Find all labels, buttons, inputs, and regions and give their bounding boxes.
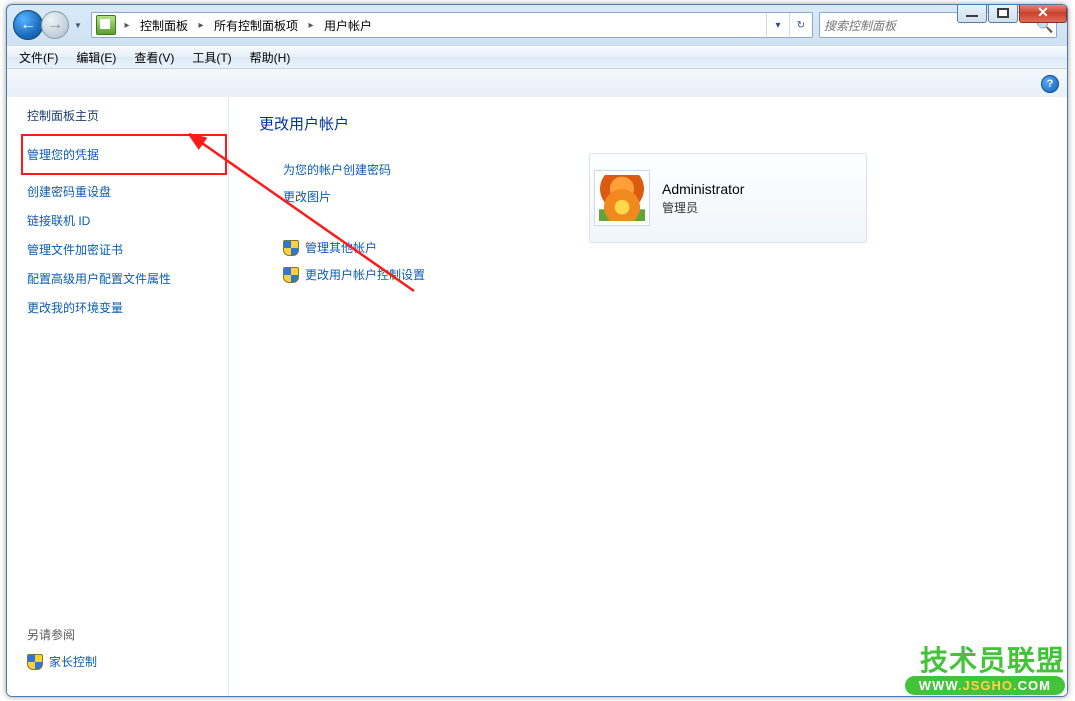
help-icon[interactable]: ? — [1041, 75, 1059, 93]
address-row: ← → ▼ ▸ 控制面板 ▸ 所有控制面板项 ▸ 用户帐户 ▾ ↻ 搜索控制面板… — [7, 5, 1067, 45]
sidebar-link-parental[interactable]: 家长控制 — [27, 653, 227, 670]
control-panel-icon — [96, 15, 116, 35]
address-bar[interactable]: ▸ 控制面板 ▸ 所有控制面板项 ▸ 用户帐户 ▾ ↻ — [91, 12, 813, 38]
flower-icon — [599, 175, 645, 221]
sidebar-link-credentials[interactable]: 管理您的凭据 — [27, 146, 99, 163]
breadcrumb-control-panel[interactable]: 控制面板 — [134, 13, 194, 37]
shield-icon — [283, 267, 299, 283]
account-info: Administrator 管理员 — [662, 181, 744, 216]
sidebar: 控制面板主页 管理您的凭据 创建密码重设盘 链接联机 ID 管理文件加密证书 配… — [7, 97, 227, 696]
sidebar-bottom: 另请参阅 家长控制 — [27, 626, 227, 686]
breadcrumb-arrow: ▸ — [304, 13, 318, 37]
back-button[interactable]: ← — [13, 10, 43, 40]
forward-arrow-icon: → — [47, 16, 63, 34]
menu-help[interactable]: 帮助(H) — [246, 47, 295, 68]
titlebar: ✕ — [957, 4, 1067, 26]
sidebar-link-efs-certs[interactable]: 管理文件加密证书 — [27, 241, 227, 258]
action-manage-other[interactable]: 管理其他帐户 — [305, 239, 377, 256]
sidebar-link-adv-profile[interactable]: 配置高级用户配置文件属性 — [27, 270, 227, 287]
forward-button[interactable]: → — [41, 11, 69, 39]
breadcrumb-all-items[interactable]: 所有控制面板项 — [208, 13, 304, 37]
menu-bar: 文件(F) 编辑(E) 查看(V) 工具(T) 帮助(H) — [7, 45, 1067, 69]
close-icon: ✕ — [1037, 4, 1049, 20]
sidebar-link-reset-disk[interactable]: 创建密码重设盘 — [27, 183, 227, 200]
menu-file[interactable]: 文件(F) — [15, 47, 62, 68]
window-frame: ✕ ← → ▼ ▸ 控制面板 ▸ 所有控制面板项 ▸ 用户帐户 ▾ ↻ 搜索控制… — [6, 4, 1068, 697]
nav-buttons: ← → ▼ — [13, 10, 85, 40]
sidebar-link-parental-label: 家长控制 — [49, 653, 97, 670]
sidebar-link-link-online[interactable]: 链接联机 ID — [27, 212, 227, 229]
back-arrow-icon: ← — [20, 16, 36, 34]
address-dropdown-button[interactable]: ▾ — [766, 13, 789, 37]
sidebar-link-env-vars[interactable]: 更改我的环境变量 — [27, 299, 227, 316]
toolbar-strip: ? — [7, 69, 1067, 100]
shield-icon — [283, 240, 299, 256]
account-picture — [594, 170, 650, 226]
body: 控制面板主页 管理您的凭据 创建密码重设盘 链接联机 ID 管理文件加密证书 配… — [7, 97, 1067, 696]
menu-view[interactable]: 查看(V) — [130, 47, 178, 68]
account-card[interactable]: Administrator 管理员 — [589, 153, 867, 243]
annotation-highlight: 管理您的凭据 — [21, 134, 227, 175]
refresh-icon: ↻ — [797, 20, 805, 31]
shield-icon — [27, 654, 43, 670]
refresh-button[interactable]: ↻ — [789, 13, 812, 37]
maximize-button[interactable] — [988, 4, 1018, 23]
chevron-down-icon: ▾ — [775, 20, 780, 31]
account-role: 管理员 — [662, 199, 744, 216]
nav-history-dropdown[interactable]: ▼ — [71, 15, 85, 35]
breadcrumb-user-accounts[interactable]: 用户帐户 — [318, 13, 378, 37]
minimize-button[interactable] — [957, 4, 987, 23]
menu-tools[interactable]: 工具(T) — [188, 47, 235, 68]
chevron-down-icon: ▼ — [74, 21, 82, 30]
search-placeholder: 搜索控制面板 — [824, 17, 896, 34]
sidebar-also-label: 另请参阅 — [27, 626, 227, 643]
breadcrumb-arrow: ▸ — [194, 13, 208, 37]
menu-edit[interactable]: 编辑(E) — [72, 47, 120, 68]
action-change-picture[interactable]: 更改图片 — [283, 188, 331, 205]
content-pane: 更改用户帐户 为您的帐户创建密码 更改图片 管理其他帐户 更改用户帐户控制设置 — [228, 97, 1067, 696]
sidebar-heading[interactable]: 控制面板主页 — [27, 107, 227, 124]
action-create-password[interactable]: 为您的帐户创建密码 — [283, 161, 391, 178]
close-button[interactable]: ✕ — [1019, 4, 1067, 23]
account-name: Administrator — [662, 181, 744, 197]
page-title: 更改用户帐户 — [259, 113, 1037, 134]
breadcrumb-arrow: ▸ — [120, 13, 134, 37]
address-bar-right: ▾ ↻ — [766, 13, 812, 37]
action-uac-settings[interactable]: 更改用户帐户控制设置 — [305, 266, 425, 283]
